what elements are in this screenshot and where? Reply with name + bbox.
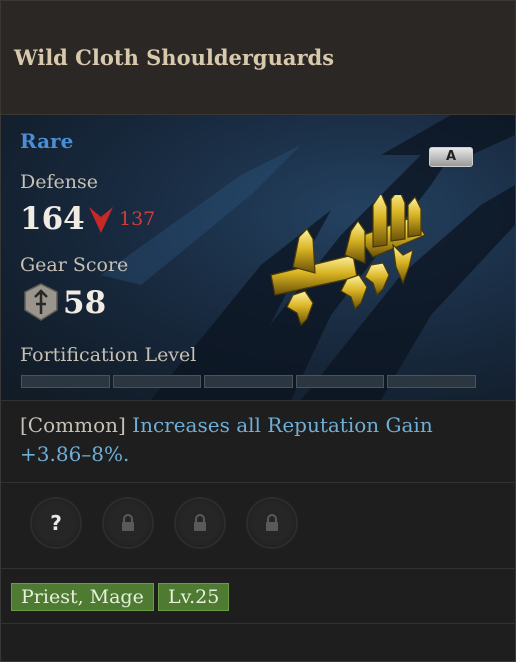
lock-icon bbox=[266, 514, 278, 531]
sword-shield-icon bbox=[24, 283, 58, 321]
divider bbox=[1, 482, 515, 483]
shoulderguard-item-image bbox=[270, 195, 426, 327]
grade-badge: A bbox=[429, 147, 473, 167]
defense-value: 164 bbox=[20, 201, 85, 237]
item-tooltip: Wild Cloth Shoulderguards Rare A Defense… bbox=[0, 0, 516, 662]
socket-slot-2[interactable] bbox=[102, 497, 154, 549]
socket-slot-4[interactable] bbox=[246, 497, 298, 549]
stats-panel: Rare A Defense 164 137 Gear Score 58 For… bbox=[1, 115, 515, 400]
question-icon: ? bbox=[50, 512, 62, 534]
gear-score-value: 58 bbox=[63, 285, 107, 321]
trait-text: [Common] Increases all Reputation Gain +… bbox=[20, 411, 490, 469]
defense-compare-value: 137 bbox=[119, 208, 156, 230]
divider bbox=[1, 400, 515, 401]
divider bbox=[1, 623, 515, 624]
fortification-label: Fortification Level bbox=[20, 344, 197, 366]
socket-slot-3[interactable] bbox=[174, 497, 226, 549]
down-arrow-icon bbox=[89, 207, 113, 233]
tooltip-header: Wild Cloth Shoulderguards bbox=[1, 1, 515, 115]
svg-text:?: ? bbox=[50, 512, 62, 534]
socket-slot-1[interactable]: ? bbox=[30, 497, 82, 549]
class-tag: Priest, Mage bbox=[11, 583, 154, 611]
fortification-segment bbox=[21, 375, 110, 388]
gear-score-label: Gear Score bbox=[20, 254, 129, 276]
fortification-segment bbox=[204, 375, 293, 388]
fortification-segment bbox=[112, 375, 202, 388]
lock-icon bbox=[122, 514, 134, 531]
fortification-segment bbox=[295, 375, 385, 388]
divider bbox=[1, 568, 515, 569]
defense-label: Defense bbox=[20, 171, 98, 193]
fortification-segment bbox=[387, 375, 476, 388]
rarity-label: Rare bbox=[20, 129, 74, 153]
item-name: Wild Cloth Shoulderguards bbox=[14, 45, 335, 70]
level-tag: Lv.25 bbox=[158, 583, 230, 611]
trait-tier: [Common] bbox=[20, 413, 126, 437]
fortification-bar bbox=[21, 375, 476, 388]
lock-icon bbox=[194, 514, 206, 531]
